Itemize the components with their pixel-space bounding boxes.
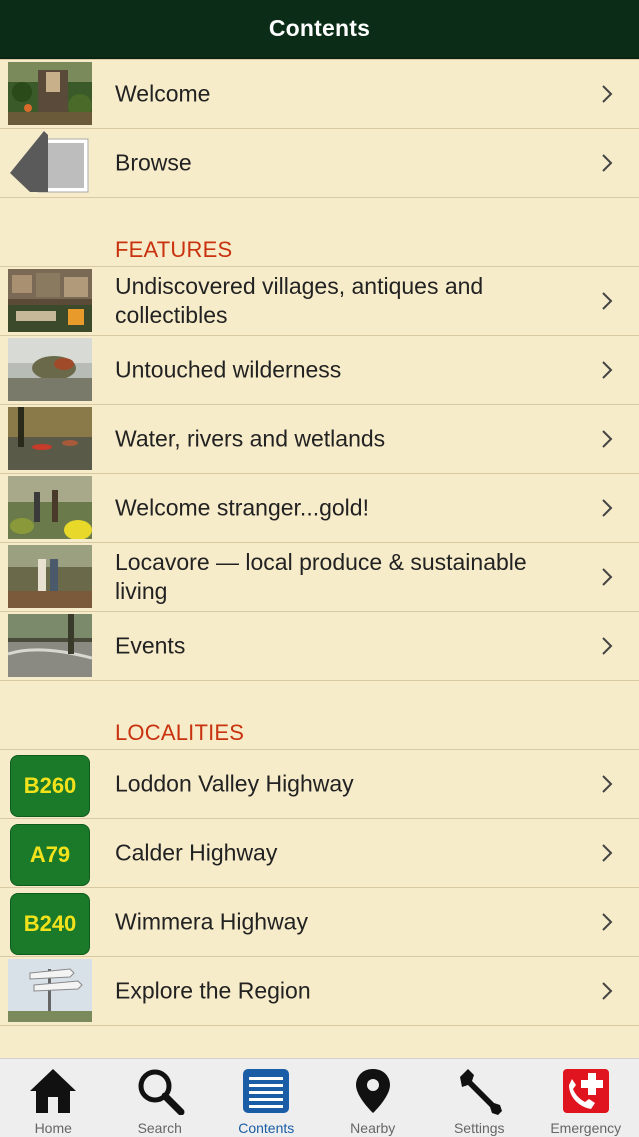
chevron-right-icon	[599, 498, 615, 518]
list-item-villages[interactable]: Undiscovered villages, antiques and coll…	[0, 266, 639, 336]
signpost-thumbnail	[8, 959, 92, 1022]
tab-contents[interactable]: Contents	[213, 1059, 320, 1137]
chevron-right-icon	[599, 153, 615, 173]
page-title: Contents	[269, 15, 370, 42]
chevron-right-icon	[599, 84, 615, 104]
route-badge: B240	[10, 893, 90, 955]
list-item-browse[interactable]: Browse	[0, 129, 639, 198]
chevron-right-icon	[599, 774, 615, 794]
list-item-loddon-valley-highway[interactable]: B260 Loddon Valley Highway	[0, 749, 639, 819]
list-item-label: Calder Highway	[115, 839, 569, 868]
emergency-phone-icon	[556, 1065, 616, 1117]
location-pin-icon	[343, 1065, 403, 1117]
locavore-thumbnail	[8, 545, 92, 608]
chevron-right-icon	[599, 291, 615, 311]
tab-label: Search	[138, 1120, 182, 1136]
section-title: FEATURES	[115, 237, 232, 263]
localities-section-header: LOCALITIES	[0, 681, 639, 749]
tab-label: Settings	[454, 1120, 505, 1136]
route-badge-text: A79	[30, 842, 70, 868]
list-item-label: Untouched wilderness	[115, 356, 569, 385]
wrench-icon	[449, 1065, 509, 1117]
route-badge-text: B240	[24, 911, 77, 937]
chevron-right-icon	[599, 843, 615, 863]
list-item-locavore[interactable]: Locavore — local produce & sustainable l…	[0, 543, 639, 612]
list-item-welcome[interactable]: Welcome	[0, 59, 639, 129]
welcome-thumbnail	[8, 62, 92, 125]
list-item-wilderness[interactable]: Untouched wilderness	[0, 336, 639, 405]
tab-label: Home	[35, 1120, 72, 1136]
list-item-explore-region[interactable]: Explore the Region	[0, 957, 639, 1026]
list-item-label: Welcome stranger...gold!	[115, 494, 569, 523]
route-badge-text: B260	[24, 773, 77, 799]
list-item-label: Water, rivers and wetlands	[115, 425, 569, 454]
chevron-right-icon	[599, 912, 615, 932]
house-icon	[23, 1065, 83, 1117]
list-icon	[236, 1065, 296, 1117]
list-item-label: Welcome	[115, 80, 569, 109]
browse-page-icon	[8, 131, 92, 194]
list-item-label: Locavore — local produce & sustainable l…	[115, 548, 569, 606]
tab-home[interactable]: Home	[0, 1059, 107, 1137]
tab-emergency[interactable]: Emergency	[533, 1059, 639, 1137]
chevron-right-icon	[599, 567, 615, 587]
route-badge: A79	[10, 824, 90, 886]
list-item-label: Browse	[115, 149, 569, 178]
tab-label: Nearby	[350, 1120, 395, 1136]
route-badge: B260	[10, 755, 90, 817]
list-item-gold[interactable]: Welcome stranger...gold!	[0, 474, 639, 543]
events-thumbnail	[8, 614, 92, 677]
section-title: LOCALITIES	[115, 720, 244, 746]
list-item-water-rivers[interactable]: Water, rivers and wetlands	[0, 405, 639, 474]
list-item-label: Explore the Region	[115, 977, 569, 1006]
chevron-right-icon	[599, 981, 615, 1001]
magnifier-icon	[130, 1065, 190, 1117]
navigation-bar: Contents	[0, 0, 639, 59]
water-thumbnail	[8, 407, 92, 470]
tab-nearby[interactable]: Nearby	[320, 1059, 427, 1137]
chevron-right-icon	[599, 360, 615, 380]
list-item-label: Wimmera Highway	[115, 908, 569, 937]
wilderness-thumbnail	[8, 338, 92, 401]
features-section-header: FEATURES	[0, 198, 639, 266]
chevron-right-icon	[599, 429, 615, 449]
list-item-calder-highway[interactable]: A79 Calder Highway	[0, 819, 639, 888]
tab-settings[interactable]: Settings	[426, 1059, 533, 1137]
chevron-right-icon	[599, 636, 615, 656]
tab-label: Contents	[238, 1120, 294, 1136]
list-item-label: Undiscovered villages, antiques and coll…	[115, 272, 569, 330]
list-item-wimmera-highway[interactable]: B240 Wimmera Highway	[0, 888, 639, 957]
gold-thumbnail	[8, 476, 92, 539]
list-item-label: Loddon Valley Highway	[115, 770, 569, 799]
tab-bar: Home Search Contents	[0, 1058, 639, 1137]
contents-list: Welcome Browse FEATURES	[0, 59, 639, 1026]
tab-label: Emergency	[550, 1120, 621, 1136]
list-item-label: Events	[115, 632, 569, 661]
list-item-events[interactable]: Events	[0, 612, 639, 681]
villages-thumbnail	[8, 269, 92, 332]
tab-search[interactable]: Search	[107, 1059, 214, 1137]
